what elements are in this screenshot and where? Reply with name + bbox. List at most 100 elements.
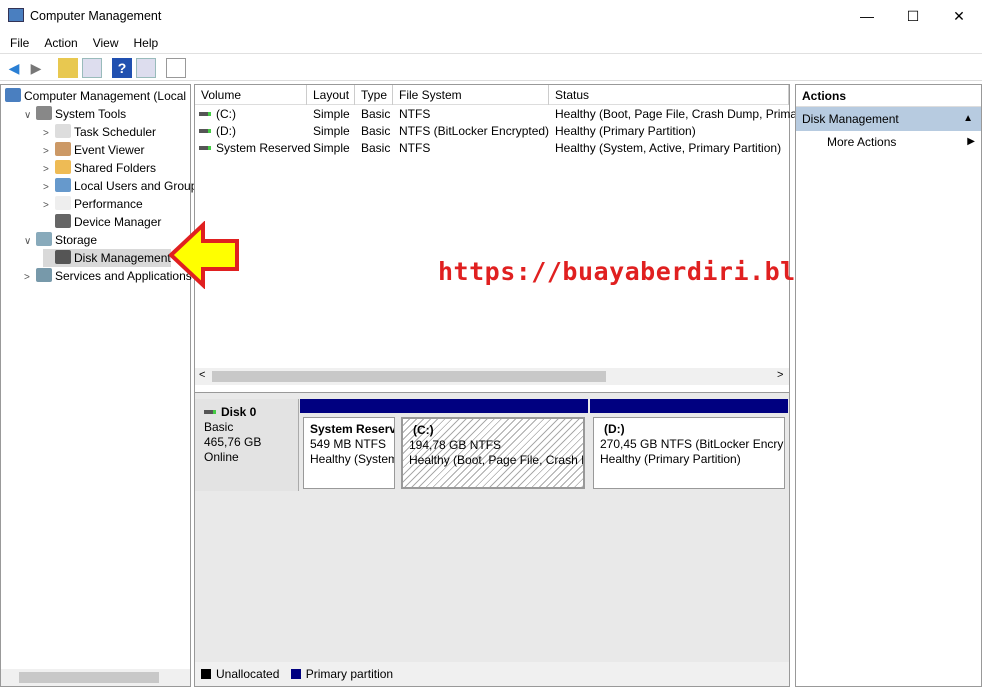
volume-cell: Basic: [357, 106, 390, 123]
submenu-arrow-icon: ▶: [967, 136, 975, 147]
cell-text: Healthy (System, Active, Primary Partiti…: [555, 141, 782, 155]
column-file-system[interactable]: File System: [393, 85, 549, 105]
more-actions-item[interactable]: More Actions ▶: [796, 131, 981, 153]
properties-icon[interactable]: [166, 58, 186, 78]
more-actions-label: More Actions: [827, 135, 897, 149]
column-type[interactable]: Type: [355, 85, 393, 105]
tree-item-label: Performance: [74, 197, 143, 211]
volume-list-pane: Volume Layout Type File System Status (C…: [169, 84, 966, 687]
legend: Unallocated Primary partition: [195, 662, 789, 686]
disk-size: 465,76 GB: [204, 435, 262, 449]
volume-cell: Healthy (System, Active, Primary Partiti…: [551, 140, 781, 157]
unallocated-swatch: [201, 669, 211, 679]
tree-item[interactable]: > Task Scheduler: [43, 123, 156, 141]
tree-item[interactable]: ∨ Storage: [24, 231, 97, 249]
tree-item-label: Event Viewer: [74, 143, 145, 157]
tree-item[interactable]: Disk Management: [43, 249, 171, 267]
minimize-button[interactable]: —: [844, 0, 890, 32]
scroll-right-icon[interactable]: >: [777, 369, 783, 381]
cell-text: NTFS: [399, 107, 431, 121]
tree-node-icon: [36, 232, 52, 246]
partition-d[interactable]: (D:) 270,45 GB NTFS (BitLocker Encrypt Hea…: [590, 399, 788, 489]
tree-item-label: Storage: [55, 233, 98, 247]
actions-title: Actions: [796, 85, 981, 107]
forward-icon[interactable]: ▶: [26, 58, 46, 78]
tree-item[interactable]: > Performance: [43, 195, 143, 213]
cell-text: Healthy (Boot, Page File, Crash Dump, Pr…: [555, 107, 798, 121]
disk-type: Basic: [204, 420, 234, 434]
volume-cell: (D:): [195, 123, 236, 140]
menu-help[interactable]: Help: [124, 32, 164, 50]
tree-item-label: Task Scheduler: [74, 125, 157, 139]
partition-size: 194,78 GB NTFS: [409, 438, 502, 452]
cell-text: System Reserved: [216, 141, 311, 155]
tree-node-icon: [36, 106, 52, 120]
cell-text: Simple: [313, 107, 350, 121]
tree-node-icon: [55, 160, 71, 174]
close-button[interactable]: ✕: [936, 0, 982, 32]
partition-name: (C:): [413, 423, 434, 437]
show-action-pane-icon[interactable]: [136, 58, 156, 78]
volume-cell: Simple: [309, 106, 350, 123]
volume-cell: NTFS: [395, 140, 430, 157]
menu-action[interactable]: Action: [34, 32, 82, 50]
help-icon[interactable]: ?: [112, 58, 132, 78]
partition-system-reserved[interactable]: System Reserv 549 MB NTFS Healthy (System: [300, 399, 398, 489]
tree-item[interactable]: ∨ System Tools: [24, 105, 126, 123]
scroll-left-icon[interactable]: <: [199, 369, 205, 381]
volume-cell: Basic: [357, 123, 390, 140]
tree-item[interactable]: > Services and Applications: [24, 267, 192, 285]
tree-node-icon: [55, 214, 71, 228]
cell-text: Basic: [361, 107, 391, 121]
maximize-button[interactable]: ☐: [890, 0, 936, 32]
volume-list-header: Volume Layout Type File System Status: [195, 85, 789, 105]
drive-icon: [199, 146, 211, 150]
actions-section-label: Disk Management: [802, 112, 899, 126]
volume-row[interactable]: (C:) Simple Basic NTFS Healthy (Boot, Page F…: [195, 106, 797, 123]
tree-item[interactable]: > Local Users and Groups: [43, 177, 203, 195]
back-icon[interactable]: ◀: [4, 58, 24, 78]
menu-view[interactable]: View: [83, 32, 124, 50]
column-volume[interactable]: Volume: [195, 85, 307, 105]
menu-file[interactable]: File: [0, 32, 34, 50]
tree-item[interactable]: Computer Management (Local: [5, 87, 186, 105]
primary-partition-swatch: [290, 669, 301, 679]
volume-cell: Simple: [309, 123, 350, 140]
navigation-tree: Computer Management (Local ∨ System Tools >…: [0, 84, 203, 687]
up-folder-icon[interactable]: [58, 58, 78, 78]
tree-item[interactable]: > Shared Folders: [43, 159, 156, 177]
scroll-thumb[interactable]: [212, 371, 606, 382]
disk-icon: [204, 410, 216, 414]
column-layout[interactable]: Layout: [307, 85, 355, 105]
show-hide-tree-icon[interactable]: [82, 58, 102, 78]
volume-cell: Simple: [309, 140, 350, 157]
tree-item[interactable]: Device Manager: [43, 213, 161, 231]
tree-item-label: Disk Management: [74, 251, 171, 265]
volume-list-horizontal-scrollbar[interactable]: < >: [195, 368, 789, 385]
partition-size: 270,45 GB NTFS (BitLocker Encrypt: [600, 437, 785, 451]
tree-item[interactable]: > Event Viewer: [43, 141, 144, 159]
title-bar: Computer Management — ☐ ✕: [0, 0, 982, 32]
disk-0-label[interactable]: Disk 0 Basic 465,76 GB Online: [195, 399, 299, 491]
volume-row[interactable]: System Reserved Simple Basic NTFS Healthy (S…: [195, 140, 789, 157]
tree-item-label: Device Manager: [74, 215, 162, 229]
tree-node-icon: [5, 88, 21, 102]
tree-node-icon: [36, 268, 52, 282]
tree-node-icon: [55, 124, 71, 138]
actions-section-disk-management[interactable]: Disk Management ▲: [796, 107, 981, 131]
drive-icon: [199, 112, 211, 116]
expand-chevron-icon[interactable]: >: [24, 269, 36, 287]
tree-node-icon: [55, 142, 71, 156]
partition-c[interactable]: (C:) 194,78 GB NTFS Healthy (Boot, Page Fi…: [398, 399, 588, 489]
volume-row[interactable]: (D:) Simple Basic NTFS (BitLocker Encrypted…: [195, 123, 789, 140]
scroll-thumb[interactable]: [19, 672, 159, 683]
menu-bar: File Action View Help: [0, 32, 982, 54]
tree-item-label: Local Users and Groups: [74, 179, 204, 193]
volume-cell: NTFS (BitLocker Encrypted): [395, 123, 549, 140]
expand-chevron-icon[interactable]: ∨: [24, 107, 36, 125]
column-status[interactable]: Status: [549, 85, 789, 105]
tree-horizontal-scrollbar[interactable]: [1, 669, 190, 686]
collapse-icon[interactable]: ▲: [963, 107, 973, 131]
cell-text: Simple: [313, 124, 350, 138]
expand-chevron-icon[interactable]: ∨: [24, 233, 36, 251]
